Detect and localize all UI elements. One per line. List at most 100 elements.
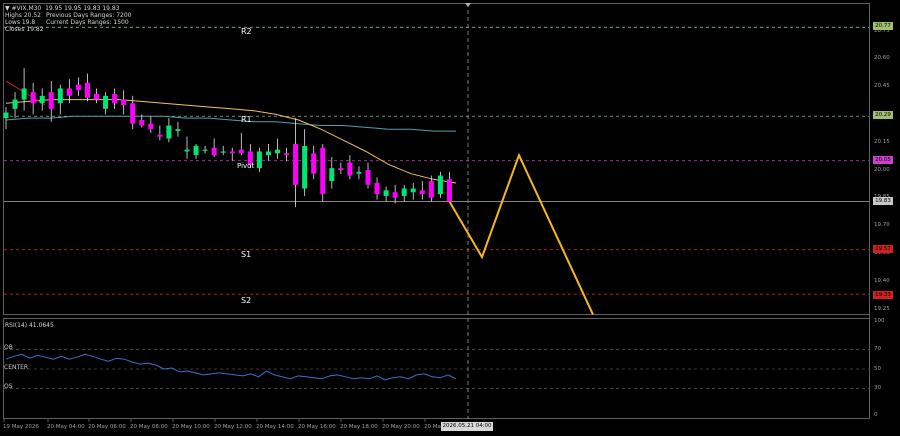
candle-body (103, 95, 109, 109)
candle-body (12, 99, 18, 109)
candle-body (374, 182, 380, 195)
rsi-center-label: CENTER (4, 364, 29, 371)
price-tag-s2: 19.33 (873, 291, 893, 299)
candle-body (229, 151, 235, 154)
candle-body (57, 88, 63, 104)
info-close: Closes 19.82 (5, 26, 44, 33)
candle-body (419, 190, 425, 195)
time-axis-label: 20 Ma (424, 424, 441, 430)
candle-body (320, 147, 326, 195)
candle-body (94, 94, 99, 100)
info-curr-range: Current Days Ranges: 1500 (46, 19, 129, 26)
candle-body (302, 145, 308, 189)
time-axis-label: 20 May 06:00 (88, 424, 126, 430)
time-axis-label: 20 May 12:00 (214, 424, 252, 430)
time-axis-label: 20 May 14:00 (256, 424, 294, 430)
price-tag-current: 19.83 (873, 197, 893, 205)
price-tag-pivot: 20.05 (873, 156, 893, 164)
rsi-axis-label: 30 (874, 385, 881, 392)
main-pane-frame (3, 3, 870, 315)
candle-body (293, 144, 299, 185)
projection-path (448, 152, 594, 316)
time-axis-label: 20 May 10:00 (172, 424, 210, 430)
price-axis-label: 19.40 (874, 277, 890, 284)
level-label-s1: S1 (241, 250, 252, 259)
candle-body (392, 192, 398, 198)
time-axis-label: 20 May 04:00 (47, 424, 85, 430)
time-ticks (3, 419, 426, 422)
rsi-polyline (5, 353, 457, 381)
time-axis-label: 20 May 08:00 (130, 424, 168, 430)
candle-body (401, 188, 407, 196)
candle-body (30, 92, 36, 104)
price-tag-r1: 20.29 (873, 111, 893, 119)
candle-body (311, 153, 317, 174)
candle-body (211, 147, 217, 156)
projection-zigzag (448, 152, 594, 316)
candle-body (365, 170, 371, 185)
price-axis-label: 19.70 (874, 222, 890, 229)
rsi-os-label: OS (4, 383, 13, 390)
candle-body (275, 149, 280, 154)
moving-averages (5, 80, 457, 184)
candle-body (238, 149, 244, 154)
price-axis-label: 19.25 (874, 305, 890, 312)
candle-body (338, 168, 344, 170)
candle-body (175, 129, 181, 132)
rsi-pane-frame (3, 318, 870, 419)
candle-body (3, 112, 9, 119)
ma-fast-line (5, 99, 457, 184)
level-label-r2: R2 (241, 27, 252, 36)
candle-body (256, 151, 262, 169)
level-label-pivot: Pivot (237, 162, 255, 170)
candle-body (347, 162, 353, 176)
candle-body (428, 181, 434, 198)
candle-body (446, 179, 452, 202)
candle-body (75, 84, 81, 91)
level-label-r1: R1 (241, 115, 252, 124)
candle-body (202, 149, 208, 151)
chart-canvas (3, 3, 870, 422)
candle-body (112, 94, 118, 104)
candle-body (329, 168, 335, 182)
candle-body (166, 125, 172, 139)
candle-body (121, 99, 127, 106)
candle-body (48, 92, 54, 109)
rsi-title: RSI(14) 41.0645 (5, 322, 54, 329)
candle-body (437, 175, 443, 195)
rsi-axis-label: 50 (874, 365, 881, 372)
ma-slow-line (5, 115, 456, 132)
rsi-axis-label: 70 (874, 345, 881, 352)
candle-body (39, 95, 45, 104)
time-axis-label: 20 May 16:00 (298, 424, 336, 430)
price-tag-r2: 20.77 (873, 22, 893, 30)
pivot-levels (4, 26, 869, 295)
time-axis-label: 19 May 2026 (3, 424, 39, 430)
candle-body (265, 151, 271, 156)
candle-body (383, 190, 389, 196)
rsi-line (5, 353, 457, 381)
candle-body (157, 134, 163, 137)
price-axis-label: 20.15 (874, 138, 890, 145)
candle-body (284, 153, 290, 156)
candle-body (410, 188, 416, 193)
candle-body (84, 82, 90, 98)
time-axis-label: 20 May 20:00 (382, 424, 420, 430)
price-axis-label: 20.45 (874, 83, 890, 90)
time-axis-label: 20 May 18:00 (340, 424, 378, 430)
price-axis-label: 20.00 (874, 166, 890, 173)
rsi-axis-label: 100 (874, 318, 885, 324)
candle-body (184, 149, 190, 152)
candle-body (220, 151, 226, 153)
candle-body (130, 103, 136, 124)
level-label-s2: S2 (241, 296, 252, 305)
price-tag-s1: 19.57 (873, 245, 893, 253)
cursor-top-marker (465, 3, 471, 7)
candle-body (356, 171, 362, 174)
candle-body (66, 88, 72, 96)
time-cursor-label: 2026.05.21 04:00 (441, 422, 493, 431)
candlesticks (3, 68, 452, 208)
candle-body (139, 119, 145, 126)
rsi-axis-label: 0 (874, 412, 878, 418)
candle-body (148, 123, 154, 130)
